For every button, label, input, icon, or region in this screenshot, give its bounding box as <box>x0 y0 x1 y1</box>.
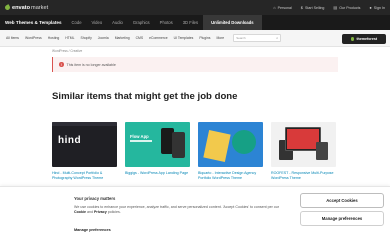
thumb-shape <box>232 130 256 154</box>
nav-graphics[interactable]: Graphics <box>128 15 155 30</box>
subnav-shopify[interactable]: Shopify <box>77 36 94 40</box>
user-icon: ● <box>369 5 372 10</box>
subnav-cms[interactable]: CMS <box>133 36 147 40</box>
manage-preferences-link[interactable]: Manage preferences <box>74 228 111 232</box>
nav-code[interactable]: Code <box>67 15 87 30</box>
nav-web-themes[interactable]: Web Themes & Templates <box>0 15 67 30</box>
top-bar: envato market ⌂ Personal $ Start Selling… <box>0 0 390 15</box>
start-selling-label: Start Selling <box>305 5 325 10</box>
thumb-text: Flow App <box>130 134 149 139</box>
logo-suffix: market <box>31 4 49 11</box>
alert-text: This item is no longer available <box>66 62 116 67</box>
cookie-text: We use cookies to enhance your experienc… <box>74 205 282 215</box>
manage-preferences-button[interactable]: Manage preferences <box>300 211 384 226</box>
nav-unlimited-downloads[interactable]: Unlimited Downloads <box>203 15 262 30</box>
subnav-ui-templates[interactable]: UI Templates <box>171 36 197 40</box>
search-icon[interactable]: ⌕ <box>276 36 278 40</box>
subnav-marketing[interactable]: Marketing <box>112 36 133 40</box>
themeforest-label: themeforest <box>356 37 378 41</box>
thumb-header-strip <box>52 122 117 126</box>
sub-nav: All Items WordPress Hosting HTML Shopify… <box>0 30 390 47</box>
sign-in-link[interactable]: ● Sign In <box>369 5 385 10</box>
search-input[interactable]: Search ⌕ <box>233 34 282 42</box>
personal-link[interactable]: ⌂ Personal <box>273 5 292 10</box>
nav-audio[interactable]: Audio <box>107 15 128 30</box>
card-title-link[interactable]: ROOFEST - Responsive Multi-Purpose WordP… <box>271 171 336 180</box>
cookie-and: and <box>86 209 93 214</box>
device-mockup <box>316 142 328 160</box>
themeforest-badge[interactable]: themeforest <box>342 34 386 44</box>
nav-video[interactable]: Video <box>87 15 108 30</box>
subnav-plugins[interactable]: Plugins <box>196 36 213 40</box>
privacy-policy-link[interactable]: Privacy <box>94 210 107 214</box>
cookie-title: Your privacy matters <box>74 196 116 201</box>
logo-word: envato <box>12 4 31 11</box>
thumb-line <box>130 140 152 142</box>
card-title-link[interactable]: Biquarto - Interactive Design Agency Por… <box>198 171 263 180</box>
subnav-more[interactable]: More <box>213 36 227 40</box>
unavailable-alert: ! This item is no longer available <box>52 57 338 72</box>
our-products-label: Our Products <box>339 5 361 10</box>
house-icon: ⌂ <box>273 5 276 10</box>
subnav-html[interactable]: HTML <box>62 36 77 40</box>
cookie-text-body: We use cookies to enhance your experienc… <box>74 205 280 209</box>
subnav-joomla[interactable]: Joomla <box>95 36 112 40</box>
subnav-ecommerce[interactable]: eCommerce <box>146 36 170 40</box>
leaf-icon <box>4 4 11 11</box>
our-products-link[interactable]: ▤ Our Products <box>333 5 360 10</box>
device-screen <box>287 129 319 149</box>
envato-market-logo[interactable]: envato market <box>4 4 49 11</box>
subnav-all-items[interactable]: All Items <box>3 36 22 40</box>
card-thumbnail-biquarto[interactable] <box>198 122 263 167</box>
sign-in-label: Sign In <box>373 5 385 10</box>
cookie-policy-link[interactable]: Cookie <box>74 210 86 214</box>
card-title-link[interactable]: Biggigs - WordPress App Landing Page <box>125 171 190 176</box>
page-heading: Similar items that might get the job don… <box>52 91 238 102</box>
category-nav: Web Themes & Templates Code Video Audio … <box>0 15 390 30</box>
phone-mockup <box>172 132 185 158</box>
search-placeholder: Search <box>236 36 246 40</box>
cookie-banner: Your privacy matters We use cookies to e… <box>0 186 390 240</box>
accept-cookies-button[interactable]: Accept Cookies <box>300 193 384 208</box>
card-thumbnail-roofest[interactable] <box>271 122 336 167</box>
nav-3d-files[interactable]: 3D Files <box>178 15 203 30</box>
thumb-text: hind <box>58 135 82 146</box>
breadcrumb[interactable]: WordPress / Creative <box>52 49 82 53</box>
top-right-links: ⌂ Personal $ Start Selling ▤ Our Product… <box>264 5 385 10</box>
subnav-wordpress[interactable]: WordPress <box>22 36 45 40</box>
leaf-icon <box>350 37 355 41</box>
personal-label: Personal <box>277 5 292 10</box>
card-title-link[interactable]: Hind - Multi-Concept Portfolio & Photogr… <box>52 171 117 180</box>
exclamation-icon: ! <box>59 62 64 67</box>
currency-icon: $ <box>300 5 304 10</box>
cart-icon: ▤ <box>333 5 338 10</box>
nav-photos[interactable]: Photos <box>155 15 178 30</box>
subnav-hosting[interactable]: Hosting <box>45 36 63 40</box>
cookie-text-end: policies. <box>107 209 121 214</box>
card-thumbnail-hind[interactable]: hind <box>52 122 117 167</box>
card-thumbnail-biggigs[interactable]: Flow App <box>125 122 190 167</box>
thumb-shape <box>203 130 231 162</box>
start-selling-link[interactable]: $ Start Selling <box>301 5 325 10</box>
